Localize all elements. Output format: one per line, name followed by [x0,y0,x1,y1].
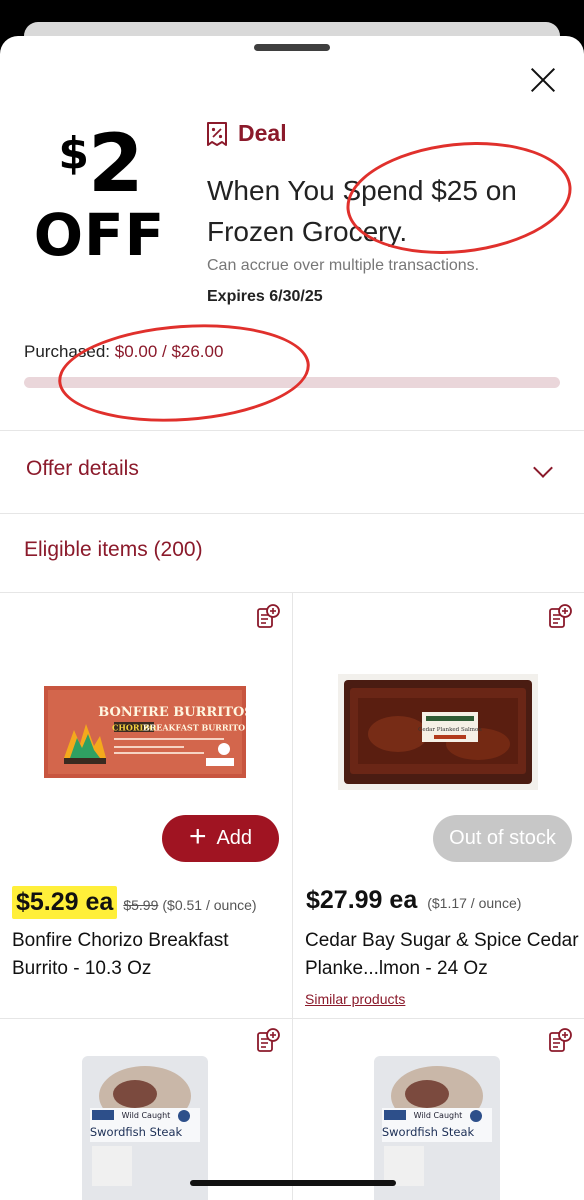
grid-divider [292,592,293,1200]
deal-label-row: Deal [206,120,287,147]
deal-badge: $2 OFF [32,124,167,269]
purchased-label: Purchased: [24,342,110,361]
add-to-list-icon[interactable] [256,604,280,630]
accrue-note: Can accrue over multiple transactions. [207,257,480,274]
expiry-date: Expires 6/30/25 [207,288,323,305]
sale-price: $5.29 ea [12,886,118,919]
purchased-value: $0.00 / $26.00 [114,342,224,361]
price-row: $27.99 ea ($1.17 / ounce) [306,886,521,915]
home-indicator[interactable] [190,1180,396,1186]
salmon-label-text: Cedar Planked Salmon [418,727,482,733]
burrito-brand-text: BONFIRE BURRITOS [98,705,246,720]
product-image-swordfish[interactable]: Wild Caught Swordfish Steak [372,1056,502,1200]
was-price: $5.99 [123,897,159,913]
badge-off: OFF [33,201,166,269]
plus-icon: + [188,820,207,853]
divider [0,513,584,514]
add-to-list-icon[interactable] [548,604,572,630]
offer-details-label: Offer details [26,457,139,480]
product-name[interactable]: Bonfire Chorizo Breakfast Burrito - 10.3… [12,927,282,983]
product-image-salmon[interactable]: Cedar Planked Salmon [338,674,538,790]
annotation-circle-purchased [54,316,314,430]
product-name[interactable]: Cedar Bay Sugar & Spice Cedar Planke...l… [305,927,580,983]
coupon-icon [207,121,227,146]
purchase-progress-bar [24,377,560,388]
deal-headline: When You Spend $25 on Frozen Grocery. [207,175,517,247]
add-to-list-icon[interactable] [548,1028,572,1054]
out-of-stock-button: Out of stock [433,815,572,862]
swordfish-title-text: Swordfish Steak [90,1125,183,1139]
swordfish-top-text: Wild Caught [414,1111,463,1120]
swordfish-title-text: Swordfish Steak [382,1125,475,1139]
burrito-type-text: BREAKFAST BURRITO [143,723,245,733]
price-row: $5.29 ea $5.99 ($0.51 / ounce) [12,886,257,919]
badge-dollar: $ [58,128,89,179]
price: $27.99 ea [306,886,418,914]
add-to-list-icon[interactable] [256,1028,280,1054]
similar-products-link[interactable]: Similar products [305,991,405,1007]
unit-price: ($1.17 / ounce) [427,895,522,911]
divider [0,1018,584,1019]
eligible-items-heading: Eligible items (200) [24,538,203,561]
swordfish-top-text: Wild Caught [122,1111,171,1120]
close-icon[interactable] [526,64,560,98]
deal-detail-sheet: $2 OFF Deal When You Spend $25 on Frozen… [0,36,584,1200]
deal-label: Deal [238,120,287,146]
purchased-progress-text: Purchased: $0.00 / $26.00 [24,342,223,362]
offer-details-toggle[interactable]: Offer details [0,431,584,513]
sheet-grabber[interactable] [254,44,330,51]
product-image-swordfish[interactable]: Wild Caught Swordfish Steak [80,1056,210,1200]
add-button-label: Add [216,827,253,849]
product-image-burrito[interactable]: BONFIRE BURRITOS CHORIZO BREAKFAST BURRI… [44,686,246,778]
badge-amount: 2 [87,117,144,210]
add-button[interactable]: + Add [162,815,279,862]
chevron-down-icon [533,458,553,478]
unit-price: ($0.51 / ounce) [162,897,257,913]
